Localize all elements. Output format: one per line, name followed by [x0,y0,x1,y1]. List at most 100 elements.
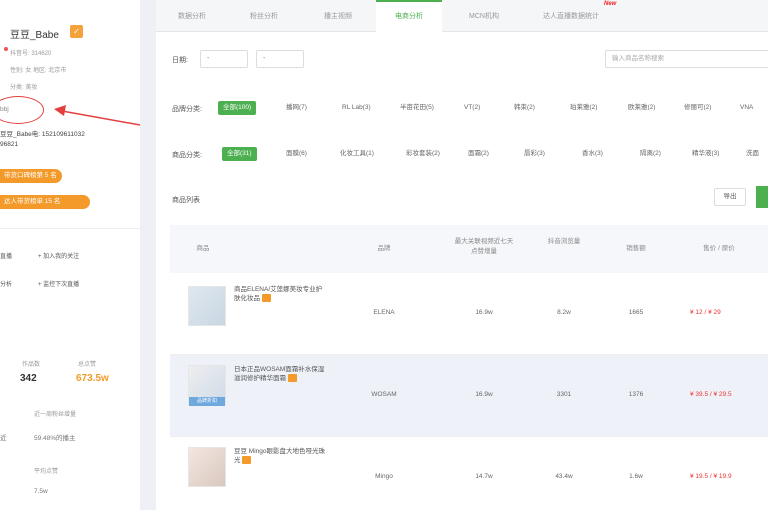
product-price: ¥ 19.5 / ¥ 19.9 [690,473,732,480]
product-name[interactable]: 日本正品WOSAM面霜补水保湿滋润修护精华面霜 [234,365,326,383]
product-sales: 1665 [628,309,644,316]
product-likes: 14.7w [475,473,493,480]
search-input[interactable]: 输入商品名称搜索 [605,50,768,68]
product-brand: Mingo [375,473,393,480]
rank-pill-1[interactable]: 带货口碑榜第 5 名 [0,169,62,183]
price-text: ¥ 39.5 / ¥ 29.5 [690,391,732,398]
follow-button[interactable]: + 加入我的关注 [38,251,79,260]
table-row[interactable]: 品牌折扣 日本正品WOSAM面霜补水保湿滋润修护精华面霜 WOSAM 16.9w… [170,355,768,437]
product-brand: ELENA [373,309,395,316]
brand-filter-item[interactable]: 珀莱雅(2) [570,101,597,115]
total-likes-label: 总点赞 [78,362,97,368]
divider [0,228,140,229]
product-views: 43.4w [555,473,573,480]
profile-gender-region: 性别: 女 地区: 北京市 [10,68,67,74]
col-header-sales: 销售额 [626,245,646,252]
tab-mcn[interactable]: MCN机构 [442,0,526,32]
profile-id: 抖音号: 314620 [10,51,52,57]
works-count-value: 342 [20,373,37,384]
tab-live-stats[interactable]: 达人直播数据统计 [526,0,616,32]
contact-line: 96821 [0,141,19,148]
category-filter-item[interactable]: 精华液(3) [692,147,719,161]
product-likes: 16.9w [475,309,493,316]
follow-label: 加入我的关注 [43,254,80,260]
date-start-input[interactable]: - [200,50,248,68]
brand-filter-item[interactable]: VT(2) [464,101,480,115]
product-brand: WOSAM [371,391,397,398]
profile-panel: 豆豆_Babe ✓ 抖音号: 314620 性别: 女 地区: 北京市 分类: … [0,0,140,510]
brand-filter-item[interactable]: RL Lab(3) [342,101,371,115]
profile-contact: 豆豆_Babe电: 152109611032 96821 [0,130,140,150]
category-filter-item[interactable]: 面膜(6) [286,147,307,161]
date-end-input[interactable]: - [256,50,304,68]
product-list-title: 商品列表 [172,197,200,204]
tab-videos[interactable]: 播主视频 [300,0,376,32]
store-badge-icon [287,374,297,383]
new-badge: New [604,1,617,7]
product-price: ¥ 12 / ¥ 29 [690,309,721,316]
table-row[interactable]: 商品ELENA/艾莲娜美妆专业护肤化妆品 ELENA 16.9w 8.2w 16… [170,273,768,355]
brand-filter-item[interactable]: VNA [740,101,753,115]
rank-pill-2[interactable]: 达人带货榜单 15 名 [0,195,90,209]
category-filter-item[interactable]: 洗面 [746,147,759,161]
date-label: 日期: [172,57,188,64]
avg-likes-value: 7.5w [34,488,48,495]
store-badge-icon [261,294,271,303]
green-action-button[interactable] [756,186,768,208]
analysis-action[interactable]: 分析 [0,279,12,288]
store-badge-icon [242,456,252,465]
product-image[interactable] [188,286,226,326]
category-filter-label: 商品分类: [172,152,202,159]
brand-filter-item[interactable]: 全部(100) [218,101,257,115]
category-filter-item[interactable]: 彩妆套装(2) [406,147,440,161]
category-filter-item[interactable]: 化妆工具(1) [340,147,374,161]
monitor-button[interactable]: + 监控下次直播 [38,279,79,288]
col-header-product: 商品 [196,245,210,252]
col-header-brand: 品牌 [377,245,391,252]
profile-link[interactable]: bbj [0,106,9,113]
verified-icon: ✓ [70,25,83,38]
col-header-views: 抖音浏览量 [547,238,581,245]
main-panel: 数据分析 粉丝分析 播主视频 电商分析 MCN机构 达人直播数据统计 New 日… [156,0,768,510]
category-filter-item[interactable]: 唇彩(3) [524,147,545,161]
fans-growth-prefix: 近 [0,435,7,442]
col-header-price: 售价 / 原价 [703,245,735,252]
brand-filter-item[interactable]: 欧莱雅(2) [628,101,655,115]
product-views: 8.2w [557,309,571,316]
brand-filter-item[interactable]: 播网(7) [286,101,307,115]
monitor-label: 监控下次直播 [43,282,80,288]
product-price: ¥ 39.5 / ¥ 29.5 [690,391,732,398]
product-sales: 1.6w [629,473,643,480]
product-image[interactable] [188,447,226,487]
table-row[interactable]: 豆豆 Mingo眼影盘大地色哑光珠光 Mingo 14.7w 43.4w 1.6… [170,437,768,510]
category-filter-item[interactable]: 面霜(2) [468,147,489,161]
product-name-text: 商品ELENA/艾莲娜美妆专业护肤化妆品 [234,286,323,302]
status-dot-icon [4,47,8,51]
contact-line: 豆豆_Babe电: 152109611032 [0,131,85,138]
profile-category: 分类: 美妆 [10,85,38,91]
brand-filter-item[interactable]: 半亩花田(5) [400,101,434,115]
col-header-likes: 最大关联视频近七天点赞增量 [454,238,514,255]
brand-filter-item[interactable]: 修丽可(2) [684,101,711,115]
tab-ecommerce[interactable]: 电商分析 [376,0,442,33]
price-text: ¥ 19.5 / ¥ 19.9 [690,473,732,480]
product-name-text: 日本正品WOSAM面霜补水保湿滋润修护精华面霜 [234,366,325,382]
fans-growth-label: 近一周粉丝增量 [34,412,77,418]
export-button[interactable]: 导出 [714,188,746,206]
app-root: 豆豆_Babe ✓ 抖音号: 314620 性别: 女 地区: 北京市 分类: … [0,0,768,510]
brand-filter-item[interactable]: 韩束(2) [514,101,535,115]
works-count-label: 作品数 [22,362,41,368]
product-likes: 16.9w [475,391,493,398]
product-sales: 1376 [628,391,644,398]
tab-data-analysis[interactable]: 数据分析 [156,0,228,32]
tab-bar: 数据分析 粉丝分析 播主视频 电商分析 MCN机构 达人直播数据统计 New [156,0,768,33]
tab-fans-analysis[interactable]: 粉丝分析 [228,0,300,32]
fans-growth-value: 59.48%的播主 [34,435,76,442]
category-filter-item[interactable]: 全部(31) [222,147,257,161]
avg-likes-label: 平均点赞 [34,469,59,475]
live-action[interactable]: 直播 [0,251,12,260]
category-filter-item[interactable]: 香水(3) [582,147,603,161]
product-name[interactable]: 豆豆 Mingo眼影盘大地色哑光珠光 [234,447,326,465]
category-filter-item[interactable]: 隔离(2) [640,147,661,161]
product-name[interactable]: 商品ELENA/艾莲娜美妆专业护肤化妆品 [234,285,326,303]
